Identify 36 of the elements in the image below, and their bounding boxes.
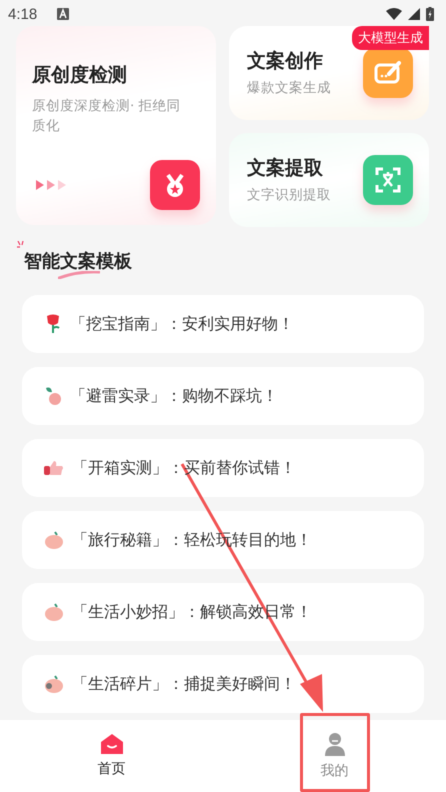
person-icon bbox=[324, 732, 346, 756]
feature-card[interactable]: 文案提取 文字识别提取 bbox=[229, 133, 429, 227]
home-icon bbox=[100, 734, 122, 754]
triangles-icon bbox=[36, 180, 66, 190]
signal-icon bbox=[408, 8, 420, 20]
template-label: 「生活碎片」：捕捉美好瞬间！ bbox=[72, 674, 296, 694]
card-title: 原创度检测 bbox=[32, 63, 128, 88]
template-item[interactable]: 「避雷实录」：购物不踩坑！ bbox=[22, 367, 424, 425]
thumbs-up-icon bbox=[44, 460, 64, 476]
model-badge: 大模型生成 bbox=[352, 26, 429, 50]
notification-icon bbox=[57, 8, 70, 20]
card-subtitle: 文字识别提取 bbox=[247, 186, 332, 205]
sparkle-icon bbox=[17, 241, 25, 249]
template-item[interactable]: 「挖宝指南」：安利实用好物！ bbox=[22, 295, 424, 353]
card-subtitle: 原创度深度检测· 拒绝同质化 bbox=[32, 97, 182, 136]
template-label: 「避雷实录」：购物不踩坑！ bbox=[70, 386, 278, 406]
card-title: 文案创作 bbox=[247, 48, 324, 74]
section-title: 智能文案模板 bbox=[24, 251, 132, 272]
nav-tab[interactable]: 首页 bbox=[86, 734, 136, 778]
feature-card[interactable]: 文案创作 爆款文案生成 大模型生成 bbox=[229, 26, 429, 120]
template-item[interactable]: 「生活碎片」：捕捉美好瞬间！ bbox=[22, 655, 424, 713]
nav-tab[interactable]: 我的 bbox=[310, 732, 360, 780]
wifi-icon bbox=[386, 8, 402, 20]
card-title: 文案提取 bbox=[247, 156, 324, 181]
template-label: 「开箱实测」：买前替你试错！ bbox=[72, 458, 296, 478]
template-label: 「挖宝指南」：安利实用好物！ bbox=[70, 314, 294, 334]
battery-icon bbox=[426, 7, 434, 21]
peach-icon bbox=[44, 386, 62, 406]
template-item[interactable]: 「开箱实测」：买前替你试错！ bbox=[22, 439, 424, 497]
status-time: 4:18 bbox=[8, 6, 38, 22]
underline-stroke-icon bbox=[58, 271, 100, 279]
template-label: 「生活小妙招」：解锁高效日常！ bbox=[72, 602, 312, 622]
template-item[interactable]: 「生活小妙招」：解锁高效日常！ bbox=[22, 583, 424, 641]
rose-icon bbox=[44, 314, 62, 334]
feature-card[interactable]: 原创度检测 原创度深度检测· 拒绝同质化 bbox=[16, 26, 216, 225]
card-subtitle: 爆款文案生成 bbox=[247, 78, 332, 98]
